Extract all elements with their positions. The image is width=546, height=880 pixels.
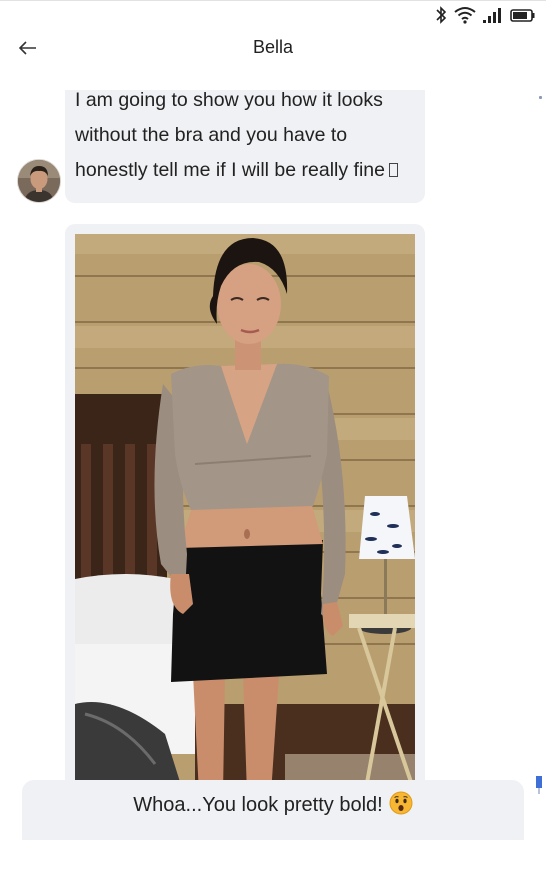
woman-photo-image [75,234,415,798]
message-line: honestly tell me if I will be really fin… [75,159,385,181]
reply-option-button[interactable]: Whoa...You look pretty bold! [22,780,524,840]
battery-icon [510,9,535,22]
reply-option: Whoa...You look pretty bold! [22,791,524,817]
contact-name-title: Bella [252,37,294,57]
scrollbar-track-marker [538,788,540,794]
missing-emoji-glyph-icon [388,163,398,177]
shared-photo[interactable] [75,234,415,798]
message-line-with-glyph: honestly tell me if I will be really fin… [75,153,415,188]
cellular-signal-icon [483,8,501,23]
chat-screen: Bella I am going to show you how it look… [0,0,546,880]
contact-avatar[interactable] [18,160,60,202]
bluetooth-icon [436,6,447,24]
message-list[interactable]: I am going to show you how it looks with… [0,66,546,880]
avatar-portrait-icon [18,160,60,202]
message-bubble-text: I am going to show you how it looks with… [65,90,425,203]
message-line: I am going to show you how it looks [75,90,383,111]
scrollbar-top-marker [539,96,542,99]
chat-header: Bella [0,30,546,66]
astonished-face-emoji-icon [389,791,413,815]
status-bar [0,0,546,30]
wifi-icon [454,7,476,24]
scrollbar-handle[interactable] [536,776,542,788]
reply-option-label: Whoa...You look pretty bold! [133,794,383,816]
message-line: without the bra and you have to [75,124,348,146]
status-icons [434,6,536,24]
message-bubble-image [65,224,425,798]
